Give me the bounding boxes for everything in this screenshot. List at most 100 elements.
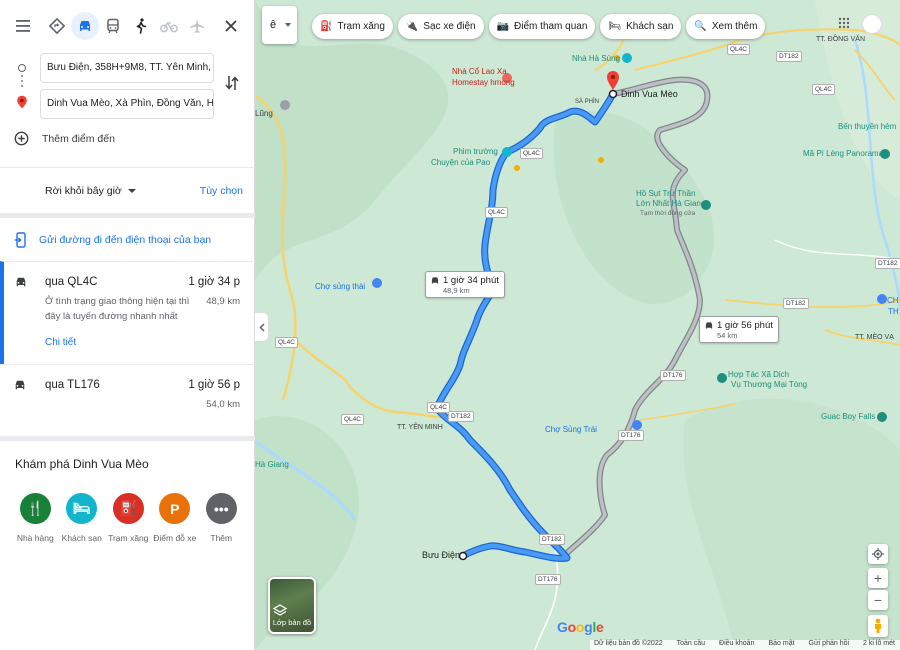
destination-pin-icon xyxy=(16,95,28,112)
car-icon xyxy=(13,379,27,394)
car-icon xyxy=(431,277,439,284)
options-button[interactable]: Tùy chọn xyxy=(200,185,243,197)
menu-icon[interactable] xyxy=(10,13,36,39)
road-shield: QL4C xyxy=(485,207,508,218)
bike-icon[interactable] xyxy=(156,13,182,39)
place-label[interactable]: Lớn Nhất Hà Giang xyxy=(636,199,705,208)
walk-icon[interactable] xyxy=(128,13,154,39)
add-stop-button[interactable]: Thêm điểm đến xyxy=(14,131,115,146)
road-shield: DT182 xyxy=(783,298,809,309)
place-label[interactable]: Chợ sủng thài xyxy=(315,282,365,291)
chevron-down-icon xyxy=(285,23,292,27)
explore-category-parking[interactable]: P Điểm đỗ xe xyxy=(152,493,199,543)
chip-camera[interactable]: 📷 Điểm tham quan xyxy=(488,14,596,39)
route-option-tl176[interactable]: qua TL176 1 giờ 56 p 54,0 km xyxy=(0,364,255,430)
avatar[interactable] xyxy=(862,14,882,34)
language-label: ê xyxy=(270,19,277,31)
town-label: TT. YÊN MINH xyxy=(397,424,443,431)
car-icon xyxy=(705,322,713,329)
street-view-pegman[interactable] xyxy=(868,615,888,637)
destination-input[interactable]: Dinh Vua Mèo, Xà Phìn, Đồng Văn, Hà Gian… xyxy=(40,89,214,119)
ev-charger-icon: 🔌 xyxy=(405,21,419,32)
explore-category-gas-station[interactable]: ⛽ Trạm xăng xyxy=(105,493,152,543)
place-label[interactable]: Mã Pì Lèng Panorama xyxy=(803,149,883,158)
chip-label: Điểm tham quan xyxy=(514,21,588,32)
explore-category-restaurant[interactable]: 🍴 Nhà hàng xyxy=(12,493,59,543)
footer-link[interactable]: Điều khoản xyxy=(719,640,754,650)
place-label[interactable]: CH xyxy=(887,296,899,305)
route-name: qua QL4C xyxy=(45,276,98,288)
place-label: Lũng xyxy=(255,109,273,118)
place-label[interactable]: Hợp Tác Xã Dịch xyxy=(728,370,789,379)
send-to-phone-button[interactable]: Gửi đường đi đến điện thoại của bạn xyxy=(0,218,255,261)
language-button[interactable]: ê xyxy=(262,6,297,44)
place-label[interactable]: Chợ Sủng Trái xyxy=(545,425,597,434)
footer-link[interactable]: Toàn cầu xyxy=(677,640,705,650)
category-label: Điểm đỗ xe xyxy=(153,533,197,543)
explore-category-hotel[interactable]: 🛏 Khách sạn xyxy=(59,493,106,543)
category-label: Nhà hàng xyxy=(16,533,54,543)
chip-search[interactable]: 🔍 Xem thêm xyxy=(686,14,766,39)
chip-hotel[interactable]: 🛏 Khách sạn xyxy=(600,14,682,39)
road-shield: QL4C xyxy=(812,84,835,95)
place-label[interactable]: Nhà Hà Sùng xyxy=(572,54,620,63)
road-shield: DT176 xyxy=(660,370,686,381)
place-label[interactable]: Hà Giang xyxy=(255,460,289,469)
origin-dot-icon xyxy=(18,64,26,72)
place-label[interactable]: Guac Boy Falls xyxy=(821,412,875,421)
leave-now-dropdown[interactable]: Rời khỏi bây giờ xyxy=(45,185,122,197)
place-label[interactable]: Phim trường xyxy=(453,147,498,156)
gas-station-icon: ⛽ xyxy=(112,493,144,524)
place-label[interactable]: Hồ Sụt Trư Thần xyxy=(636,189,695,198)
road-shield: QL4C xyxy=(427,402,450,413)
place-label[interactable]: Nhà Cổ Lao Xa xyxy=(452,67,507,76)
footer-link[interactable]: Gửi phản hồi xyxy=(809,640,850,650)
route-callout-alternate[interactable]: 1 giờ 56 phút 54 km xyxy=(699,316,779,343)
explore-category-more[interactable]: ••• Thêm xyxy=(198,493,245,543)
category-label: Thêm xyxy=(210,533,233,543)
car-icon[interactable] xyxy=(71,12,99,40)
zoom-in-button[interactable]: + xyxy=(868,568,888,588)
close-icon[interactable] xyxy=(218,13,244,39)
route-duration: 1 giờ 34 p xyxy=(188,276,240,288)
chip-ev-charger[interactable]: 🔌 Sạc xe điện xyxy=(397,14,484,39)
zoom-out-button[interactable]: − xyxy=(868,590,888,610)
place-label[interactable]: Bưu Điện xyxy=(422,550,460,560)
add-circle-icon xyxy=(14,131,29,146)
gas-station-icon: ⛽ xyxy=(320,21,333,32)
departure-time-row: Rời khỏi bây giờ Tùy chọn xyxy=(0,168,255,213)
map-filter-chips: ⛽ Trạm xăng 🔌 Sạc xe điện 📷 Điểm tham quan 🛏 Kh… xyxy=(312,14,770,39)
road-shield: QL4C xyxy=(341,414,364,425)
place-label[interactable]: Bến thuyền hẻm xyxy=(838,122,896,131)
swap-icon[interactable] xyxy=(224,74,240,95)
map-canvas[interactable]: Dinh Vua Mèo Bưu Điện Nhà Cổ Lao Xa Home… xyxy=(255,0,900,650)
layers-button[interactable]: Lớp bản đồ xyxy=(268,577,316,634)
apps-grid-icon[interactable] xyxy=(838,17,850,32)
flight-icon[interactable] xyxy=(184,13,210,39)
place-label[interactable]: TH xyxy=(888,307,899,316)
chip-gas-station[interactable]: ⛽ Trạm xăng xyxy=(312,14,393,39)
collapse-panel-button[interactable] xyxy=(255,312,269,342)
place-label[interactable]: Vụ Thương Mại Tòng xyxy=(731,380,807,389)
google-logo: Google xyxy=(557,619,604,635)
chevron-down-icon[interactable] xyxy=(127,188,136,193)
transit-icon[interactable] xyxy=(100,13,126,39)
best-route-icon[interactable] xyxy=(44,13,70,39)
route-callout-selected[interactable]: 1 giờ 34 phút 48,9 km xyxy=(425,271,505,298)
road-shield: DT182 xyxy=(539,534,565,545)
route-option-ql4c[interactable]: qua QL4C 1 giờ 34 p 48,9 km Ở tình trạng… xyxy=(0,261,255,364)
road-shield: DT182 xyxy=(875,258,900,269)
place-label[interactable]: Dinh Vua Mèo xyxy=(621,89,678,99)
my-location-button[interactable] xyxy=(868,544,888,564)
footer-link[interactable]: 2 ki lô mét xyxy=(863,640,895,650)
callout-distance: 54 km xyxy=(717,331,738,340)
place-label[interactable]: Homestay hmong xyxy=(452,78,515,87)
chip-label: Trạm xăng xyxy=(337,21,385,32)
callout-distance: 48,9 km xyxy=(443,286,470,295)
footer-link[interactable]: Bảo mật xyxy=(768,640,794,650)
route-details-link[interactable]: Chi tiết xyxy=(45,337,76,348)
restaurant-icon: 🍴 xyxy=(19,493,51,524)
place-label[interactable]: Chuyện của Pao xyxy=(431,158,490,167)
chip-label: Khách sạn xyxy=(626,21,674,32)
origin-input[interactable]: Bưu Điện, 358H+9M8, TT. Yên Minh, Yên Mi… xyxy=(40,53,214,83)
